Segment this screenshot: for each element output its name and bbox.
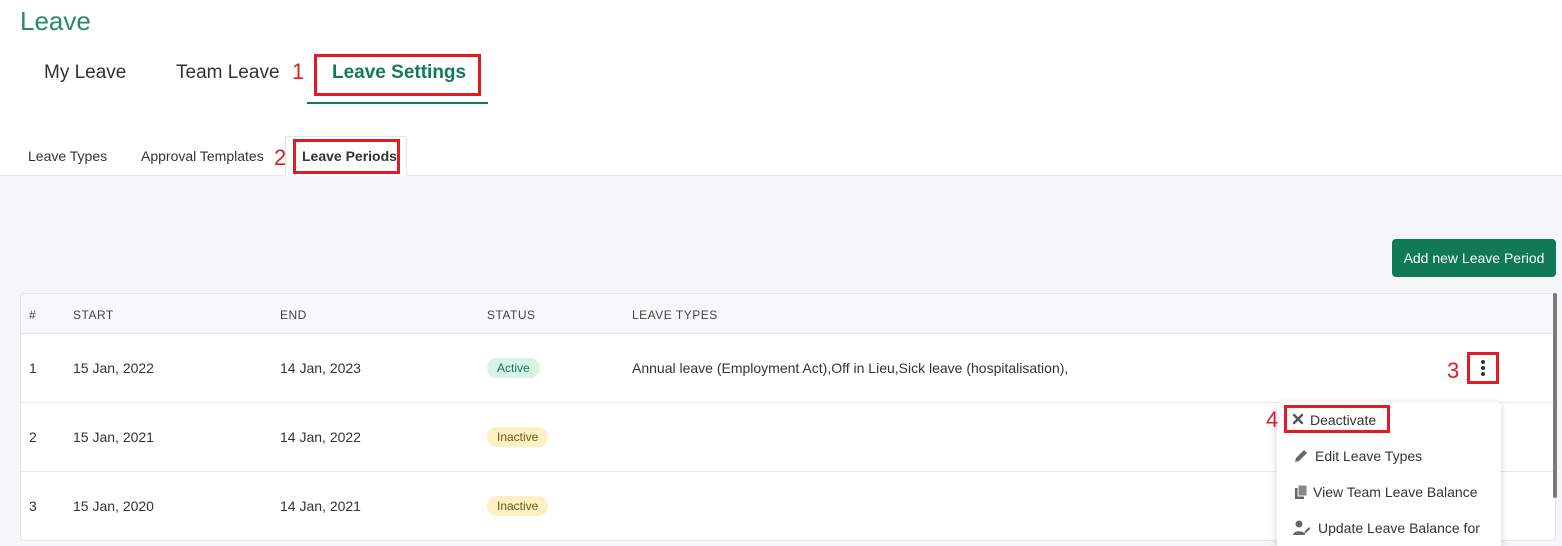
table-row: 1 15 Jan, 2022 14 Jan, 2023 Active Annua…	[21, 334, 1555, 403]
tab-my-leave[interactable]: My Leave	[44, 62, 126, 84]
cell-start: 15 Jan, 2020	[73, 498, 154, 514]
col-header-status: STATUS	[487, 308, 536, 322]
subtab-approval-templates[interactable]: Approval Templates	[141, 148, 264, 164]
table-scrollbar[interactable]	[1553, 293, 1557, 498]
annotation-box-2	[293, 139, 400, 174]
status-badge: Inactive	[487, 427, 549, 447]
annotation-box-3	[1467, 352, 1499, 384]
cell-end: 14 Jan, 2022	[280, 429, 361, 445]
status-badge: Inactive	[487, 496, 549, 516]
cell-num: 1	[29, 360, 37, 376]
subtab-leave-types[interactable]: Leave Types	[28, 148, 107, 164]
cell-start: 15 Jan, 2021	[73, 429, 154, 445]
annotation-label-1: 1	[292, 59, 305, 84]
annotation-box-1	[314, 54, 481, 96]
status-badge: Active	[487, 358, 540, 378]
menu-item-update-leave-balance[interactable]: Update Leave Balance for	[1277, 510, 1501, 546]
pencil-icon	[1293, 448, 1309, 464]
page-title: Leave	[20, 6, 91, 36]
col-header-start: START	[73, 308, 114, 322]
cell-num: 2	[29, 429, 37, 445]
table-header: # START END STATUS LEAVE TYPES	[21, 294, 1555, 334]
cell-end: 14 Jan, 2023	[280, 360, 361, 376]
menu-item-label: Update Leave Balance for	[1318, 520, 1480, 536]
annotation-box-4	[1284, 405, 1390, 433]
col-header-num: #	[29, 308, 37, 322]
user-edit-icon	[1293, 520, 1311, 536]
active-tab-underline	[307, 102, 488, 104]
annotation-label-2: 2	[274, 145, 287, 170]
copy-icon	[1293, 484, 1309, 500]
annotation-label-3: 3	[1447, 358, 1460, 383]
cell-start: 15 Jan, 2022	[73, 360, 154, 376]
tab-team-leave[interactable]: Team Leave	[176, 62, 280, 84]
col-header-leave-types: LEAVE TYPES	[632, 308, 718, 322]
cell-num: 3	[29, 498, 37, 514]
col-header-end: END	[280, 308, 307, 322]
cell-leave-types: Annual leave (Employment Act),Off in Lie…	[632, 360, 1069, 376]
menu-item-view-team-leave-balance[interactable]: View Team Leave Balance	[1277, 474, 1501, 510]
cell-end: 14 Jan, 2021	[280, 498, 361, 514]
menu-item-label: View Team Leave Balance	[1313, 484, 1478, 500]
menu-item-label: Edit Leave Types	[1315, 448, 1423, 464]
add-leave-period-button[interactable]: Add new Leave Period	[1392, 239, 1556, 277]
annotation-label-4: 4	[1266, 407, 1279, 432]
menu-item-edit-leave-types[interactable]: Edit Leave Types	[1277, 438, 1501, 474]
sub-tabs: Leave Types Approval Templates Leave Per…	[0, 136, 1562, 176]
